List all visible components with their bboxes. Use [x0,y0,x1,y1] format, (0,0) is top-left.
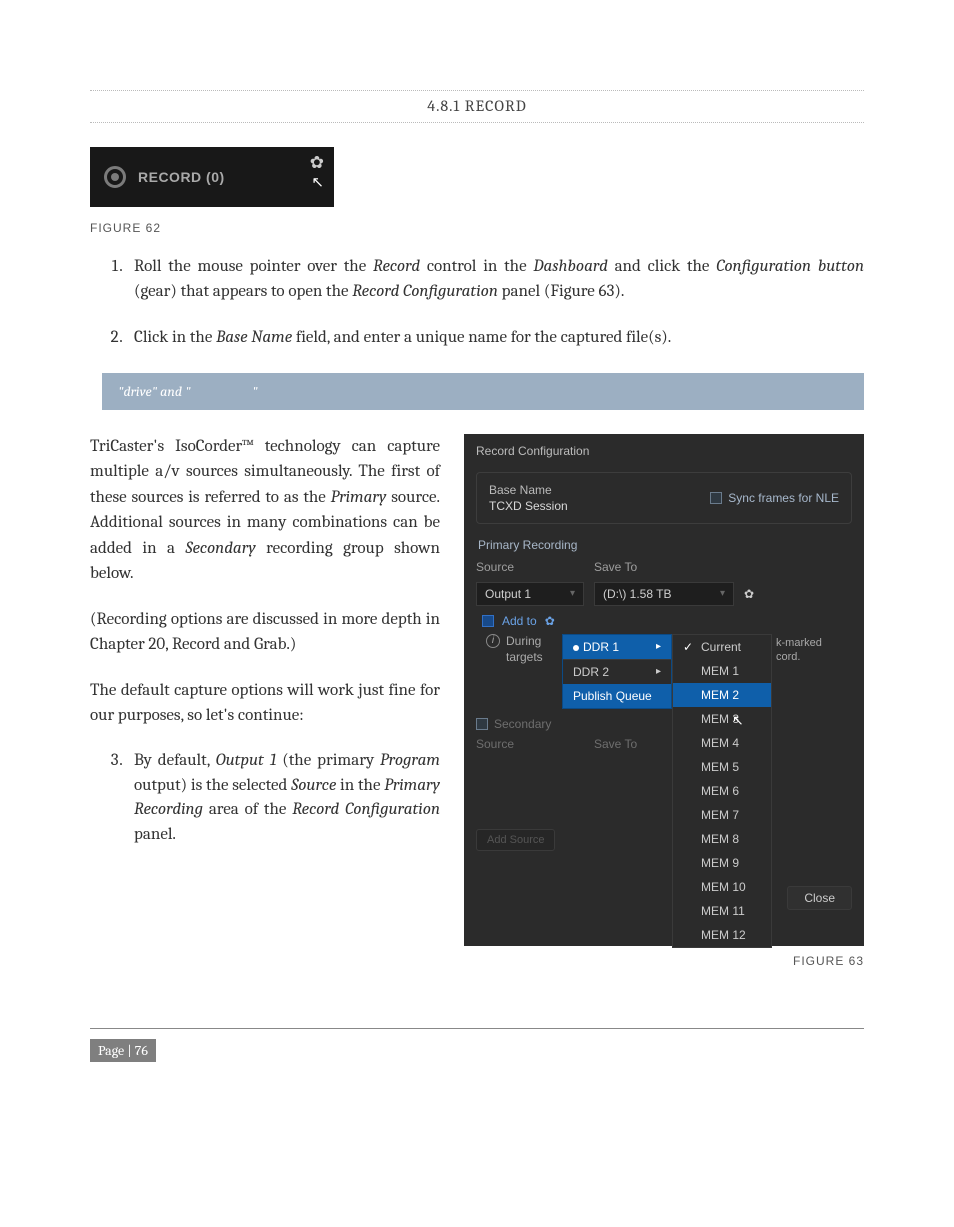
menu-item-mem12[interactable]: MEM 12 [673,923,771,947]
figure-62-caption: FIGURE 62 [90,221,864,235]
chevron-right-icon: ▸ [656,666,661,677]
checkmark-icon: ✓ [683,640,695,654]
hint-text-left: "drive" and " [118,383,194,400]
saveto-header: Save To [594,560,852,574]
page-footer: Page | 76 [90,1028,864,1062]
submenu-targets: DDR 1 ▸ DDR 2 ▸ Publish Queue [562,634,672,709]
gear-icon[interactable]: ✿ [744,587,754,601]
figure-63-caption: FIGURE 63 [464,954,864,968]
menu-item-mem7[interactable]: MEM 7 [673,803,771,827]
addto-checkbox[interactable] [482,615,494,627]
step-1: Roll the mouse pointer over the Record c… [126,255,864,304]
base-name-label: Base Name [489,483,710,497]
addto-label: Add to [502,614,537,628]
secondary-label: Secondary [494,717,551,731]
menu-item-mem11[interactable]: MEM 11 [673,899,771,923]
hint-bar: "drive" and " " [102,373,864,410]
step-2: Click in the Base Name field, and enter … [126,326,864,351]
primary-recording-title: Primary Recording [478,538,852,552]
submenu-mem-slots: ✓ Current MEM 1 MEM 2 MEM 3 MEM 4 MEM 5 … [672,634,772,948]
menu-item-ddr1[interactable]: DDR 1 ▸ [563,635,671,659]
menu-item-mem10[interactable]: MEM 10 [673,875,771,899]
info-icon: i [486,634,500,648]
add-source-button[interactable]: Add Source [476,829,555,851]
paragraph-1: TriCaster's IsoCorder™ technology can ca… [90,434,440,587]
menu-item-mem6[interactable]: MEM 6 [673,779,771,803]
chevron-right-icon: ▸ [656,641,661,652]
record-label: RECORD (0) [138,169,225,185]
chevron-down-icon: ▾ [720,588,725,599]
sync-frames-checkbox[interactable]: Sync frames for NLE [710,491,839,505]
cursor-icon: ↖ [311,173,324,191]
base-name-group: Base Name TCXD Session Sync frames for N… [476,472,852,524]
menu-item-mem1[interactable]: MEM 1 [673,659,771,683]
source-value: Output 1 [485,587,531,601]
source-dropdown[interactable]: Output 1 ▾ [476,582,584,606]
section-heading-container: 4.8.1 RECORD [90,90,864,123]
hint-text-right: " [252,383,257,400]
menu-item-mem9[interactable]: MEM 9 [673,851,771,875]
secondary-sources-checkbox[interactable]: Secondary [476,717,852,731]
close-button[interactable]: Close [787,886,852,910]
menu-item-mem3[interactable]: MEM 3 [673,707,771,731]
paragraph-2: (Recording options are discussed in more… [90,607,440,658]
paragraph-3: The default capture options will work ju… [90,678,440,729]
checkbox-icon [476,718,488,730]
menu-item-mem4[interactable]: MEM 4 [673,731,771,755]
step-3: By default, Output 1 (the primary Progra… [126,749,440,848]
gear-icon[interactable]: ✿ [545,614,555,628]
bullet-icon [573,645,579,651]
sync-frames-label: Sync frames for NLE [728,491,839,505]
menu-item-current[interactable]: ✓ Current [673,635,771,659]
during-label: During [506,634,541,648]
chevron-down-icon: ▾ [570,588,575,599]
menu-item-mem5[interactable]: MEM 5 [673,755,771,779]
gear-icon[interactable]: ✿ [310,153,324,173]
right-notes: k-marked cord. [776,636,846,665]
record-button[interactable]: RECORD (0) ✿ ↖ [90,147,334,207]
saveto-value: (D:\) 1.58 TB [603,587,671,601]
source-header: Source [476,560,584,574]
cursor-icon: ↖ [732,712,744,729]
checkbox-icon [710,492,722,504]
dialog-title: Record Configuration [476,444,852,458]
source2-header: Source [476,737,584,751]
targets-label: targets [506,650,543,664]
menu-item-mem2[interactable]: MEM 2 [673,683,771,707]
saveto-dropdown[interactable]: (D:\) 1.58 TB ▾ [594,582,734,606]
base-name-field[interactable]: TCXD Session [489,499,710,513]
menu-item-mem8[interactable]: MEM 8 [673,827,771,851]
record-radio-icon [104,166,126,188]
menu-item-ddr2[interactable]: DDR 2 ▸ [563,659,671,684]
page-number: Page | 76 [90,1039,156,1062]
menu-item-publish-queue[interactable]: Publish Queue [563,684,671,708]
section-heading: 4.8.1 RECORD [427,97,527,115]
record-configuration-dialog: Record Configuration Base Name TCXD Sess… [464,434,864,946]
